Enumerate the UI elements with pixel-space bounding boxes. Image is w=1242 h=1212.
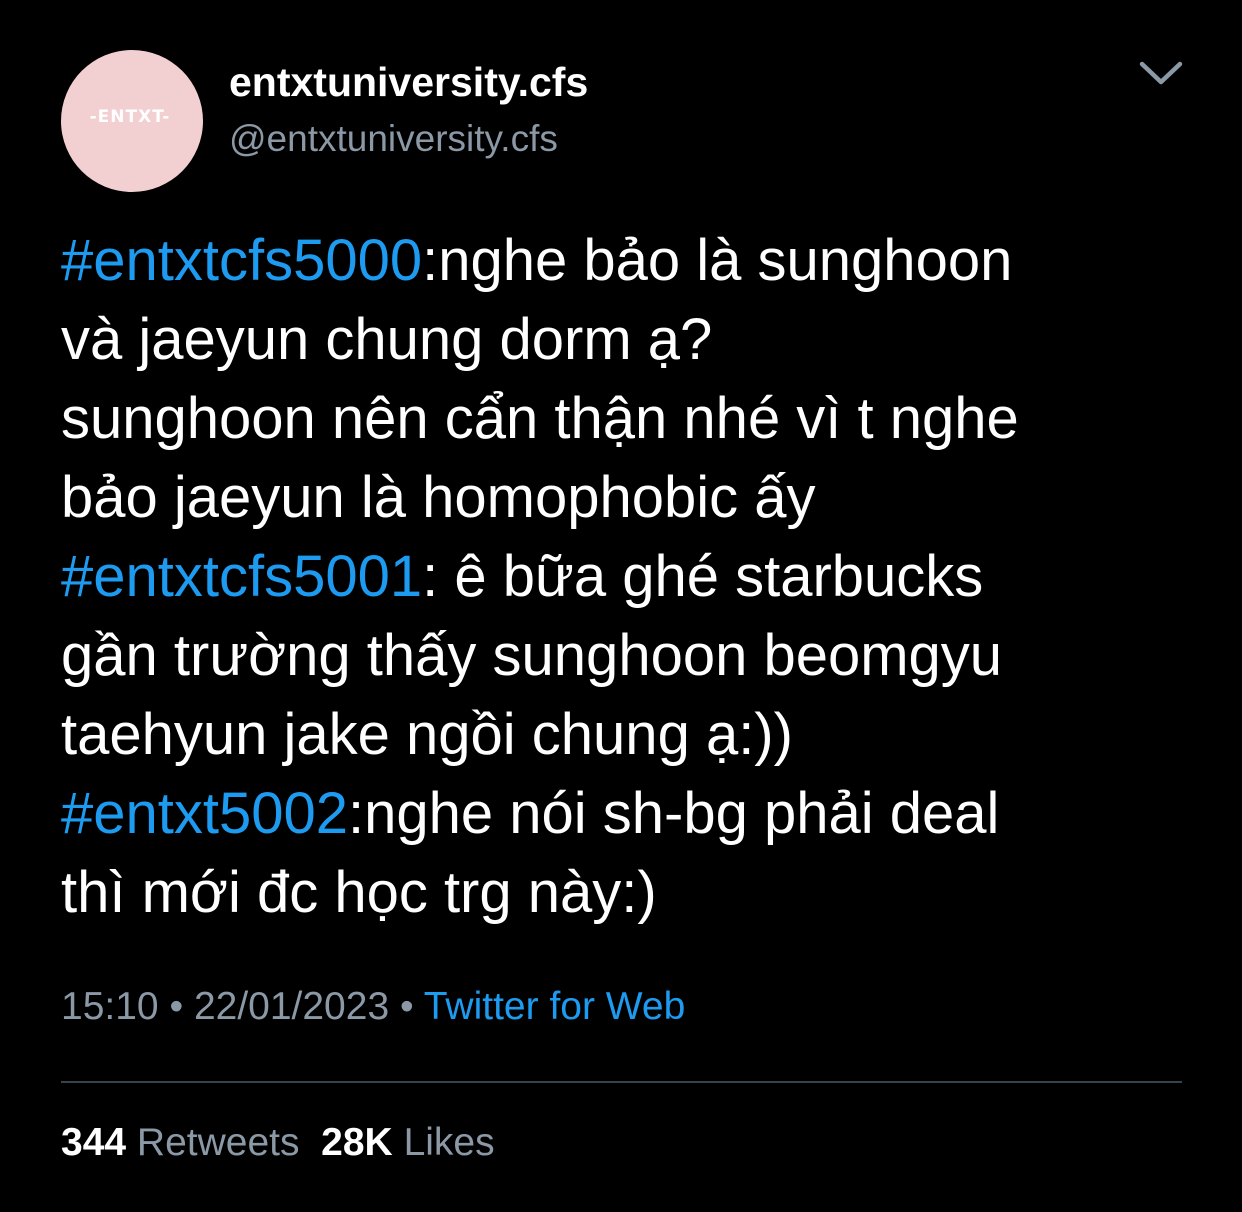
- tweet-line: sunghoon nên cẩn thận nhé vì t nghe: [61, 379, 1211, 458]
- tweet-line-text: : ê bữa ghé starbucks: [422, 544, 984, 609]
- tweet-line-text: thì mới đc học trg này:): [61, 860, 657, 925]
- tweet-line-text: taehyun jake ngồi chung ạ:)): [61, 702, 793, 767]
- tweet-line: bảo jaeyun là homophobic ấy: [61, 458, 1211, 537]
- tweet-metadata: 15:10 • 22/01/2023 • Twitter for Web: [61, 983, 685, 1031]
- tweet-line-text: :nghe bảo là sunghoon: [422, 228, 1013, 293]
- tweet-line-text: :nghe nói sh-bg phải deal: [348, 781, 1000, 846]
- tweet-line: taehyun jake ngồi chung ạ:)): [61, 695, 1211, 774]
- tweet-line: thì mới đc học trg này:): [61, 853, 1211, 932]
- tweet-line-text: gần trường thấy sunghoon beomgyu: [61, 623, 1003, 688]
- avatar[interactable]: -ENTXT-: [61, 50, 203, 192]
- retweets-stat[interactable]: 344 Retweets: [61, 1121, 300, 1164]
- chevron-down-icon[interactable]: [1138, 58, 1184, 88]
- author-display-name[interactable]: entxtuniversity.cfs: [229, 58, 588, 106]
- tweet-line: gần trường thấy sunghoon beomgyu: [61, 616, 1211, 695]
- tweet-source-link[interactable]: Twitter for Web: [424, 985, 686, 1028]
- tweet-line: và jaeyun chung dorm ạ?: [61, 300, 1211, 379]
- divider: [61, 1081, 1182, 1083]
- retweets-count: 344: [61, 1121, 127, 1164]
- likes-stat[interactable]: 28K Likes: [321, 1121, 494, 1164]
- meta-separator: •: [158, 985, 194, 1028]
- likes-label: Likes: [403, 1121, 495, 1164]
- tweet-date[interactable]: 22/01/2023: [194, 985, 389, 1028]
- meta-separator: •: [389, 985, 424, 1028]
- tweet-line: #entxt5002:nghe nói sh-bg phải deal: [61, 774, 1211, 853]
- tweet-text: #entxtcfs5000:nghe bảo là sunghoon và ja…: [61, 221, 1211, 932]
- tweet-line: #entxtcfs5000:nghe bảo là sunghoon: [61, 221, 1211, 300]
- tweet-line: #entxtcfs5001: ê bữa ghé starbucks: [61, 537, 1211, 616]
- tweet-time[interactable]: 15:10: [61, 985, 159, 1028]
- author-handle[interactable]: @entxtuniversity.cfs: [229, 117, 558, 161]
- tweet-line-text: và jaeyun chung dorm ạ?: [61, 307, 713, 372]
- likes-count: 28K: [321, 1121, 393, 1164]
- hashtag-link[interactable]: #entxtcfs5001: [61, 544, 422, 609]
- hashtag-link[interactable]: #entxtcfs5000: [61, 228, 422, 293]
- retweets-label: Retweets: [136, 1121, 300, 1164]
- tweet-line-text: sunghoon nên cẩn thận nhé vì t nghe: [61, 386, 1019, 451]
- hashtag-link[interactable]: #entxt5002: [61, 781, 348, 846]
- tweet-line-text: bảo jaeyun là homophobic ấy: [61, 465, 816, 530]
- tweet-stats: 344 Retweets 28K Likes: [61, 1119, 495, 1167]
- avatar-logo-text: -ENTXT-: [89, 107, 171, 127]
